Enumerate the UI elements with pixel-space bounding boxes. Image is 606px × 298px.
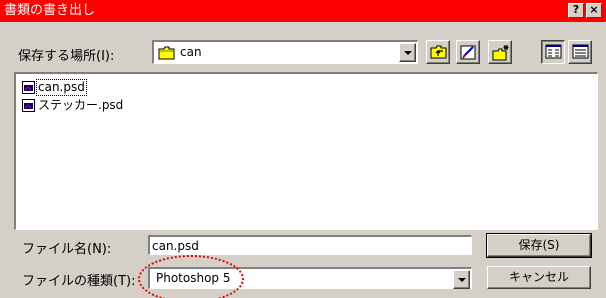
- psd-file-icon: [22, 99, 35, 112]
- close-button[interactable]: ×: [586, 3, 602, 18]
- folder-icon: [158, 46, 176, 60]
- save-in-combo[interactable]: can: [152, 40, 418, 64]
- new-folder-icon: [492, 45, 509, 61]
- desktop-button[interactable]: [456, 40, 480, 64]
- desktop-icon: [460, 45, 476, 60]
- chevron-down-icon: [458, 278, 466, 282]
- cancel-button[interactable]: キャンセル: [487, 266, 591, 289]
- list-view-icon: [545, 44, 562, 59]
- save-in-value: can: [180, 45, 202, 59]
- title-bar[interactable]: 書類の書き出し ? ×: [0, 0, 606, 22]
- help-button[interactable]: ?: [568, 3, 584, 18]
- file-name-input[interactable]: [152, 238, 468, 253]
- save-in-label: 保存する場所(I):: [18, 49, 115, 64]
- file-name-field[interactable]: [148, 235, 472, 255]
- list-view-button[interactable]: [541, 40, 565, 64]
- file-list[interactable]: can.psd ステッカー.psd: [14, 72, 598, 230]
- up-folder-icon: [430, 45, 447, 59]
- window-title: 書類の書き出し: [4, 3, 96, 18]
- details-view-button[interactable]: [568, 40, 592, 64]
- details-view-icon: [572, 44, 589, 59]
- file-name: ステッカー.psd: [38, 98, 124, 112]
- save-in-dropdown-button[interactable]: [399, 43, 416, 62]
- up-one-level-button[interactable]: [426, 40, 450, 64]
- chevron-down-icon: [404, 51, 412, 55]
- new-folder-button[interactable]: [488, 40, 512, 64]
- file-type-dropdown-button[interactable]: [453, 270, 470, 289]
- save-dialog: 書類の書き出し ? × 保存する場所(I): can can.psd ステッカー…: [0, 0, 606, 298]
- file-name-label: ファイル名(N):: [22, 242, 112, 257]
- file-type-label: ファイルの種類(T):: [22, 274, 136, 289]
- save-button[interactable]: 保存(S): [486, 233, 592, 258]
- psd-file-icon: [22, 81, 35, 94]
- annotation-circle: [138, 255, 244, 298]
- file-name: can.psd: [36, 79, 87, 96]
